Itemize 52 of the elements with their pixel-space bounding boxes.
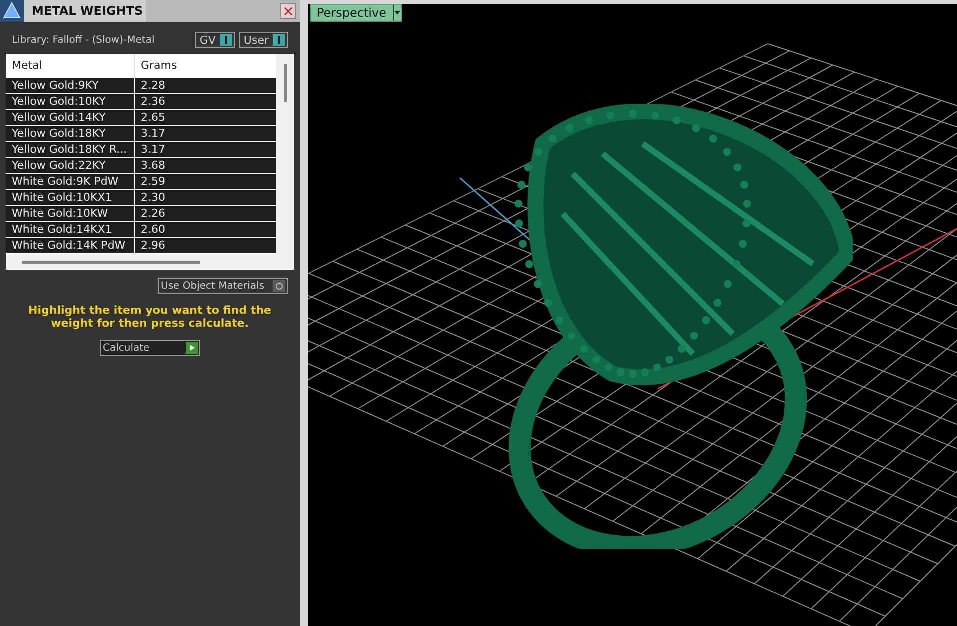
close-button[interactable] <box>280 3 296 19</box>
grams-cell-text: 3.17 <box>140 142 166 157</box>
play-icon <box>186 342 198 354</box>
metal-cell: Yellow Gold:18KY <box>6 126 135 141</box>
grams-cell-text: 3.17 <box>140 126 166 141</box>
grams-cell-text: 2.65 <box>140 110 166 125</box>
metal-cell: Yellow Gold:22KY <box>6 158 135 173</box>
table-row[interactable]: White Gold:9K PdW 2.59 <box>6 174 276 190</box>
toggle-indicator-icon <box>273 34 285 46</box>
metal-cell: White Gold:10KW <box>6 206 135 221</box>
table-row[interactable]: Yellow Gold:14KY 2.65 <box>6 110 276 126</box>
grams-cell-text: 2.36 <box>140 94 166 109</box>
table-row[interactable]: White Gold:10KX1 2.30 <box>6 190 276 206</box>
table-row[interactable]: Yellow Gold:10KY 2.36 <box>6 94 276 110</box>
pyramid-logo-icon <box>0 0 24 22</box>
metal-cell: Yellow Gold:14KY <box>6 110 135 125</box>
table-row[interactable]: Yellow Gold:9KY 2.28 <box>6 78 276 94</box>
grams-cell-text: 2.26 <box>140 206 166 221</box>
close-icon <box>284 6 292 16</box>
horizontal-scrollbar[interactable] <box>22 260 200 264</box>
view-dropdown[interactable]: Perspective <box>310 4 402 22</box>
library-label: Library: Falloff - (Slow)-Metal <box>12 34 155 48</box>
column-header[interactable]: Grams <box>135 54 276 78</box>
panel-title: METAL WEIGHTS <box>24 0 146 22</box>
toggle-switch[interactable]: GV <box>194 32 235 48</box>
calculate-button[interactable]: Calculate <box>100 340 200 356</box>
metal-cell: Yellow Gold:18KY R... <box>6 142 135 157</box>
metal-cell: White Gold:14K PdW <box>6 238 135 253</box>
metal-cell: White Gold:10KX1 <box>6 190 135 205</box>
metal-cell: Yellow Gold:9KY <box>6 78 135 93</box>
toggle-indicator-icon <box>220 34 232 46</box>
dropdown-caret-icon <box>392 5 400 21</box>
metal-cell: Yellow Gold:10KY <box>6 94 135 109</box>
grams-cell-text: 2.59 <box>140 174 166 189</box>
grams-cell-text: 3.68 <box>140 158 166 173</box>
use-object-materials-toggle[interactable]: Use Object Materials <box>158 278 288 294</box>
grams-cell-text: 2.60 <box>140 222 166 237</box>
grams-cell-text: 2.96 <box>140 238 166 253</box>
table-row[interactable]: Yellow Gold:18KY 3.17 <box>6 126 276 142</box>
grams-cell-text: 2.28 <box>140 78 166 93</box>
table-row[interactable]: Yellow Gold:22KY 3.68 <box>6 158 276 174</box>
vertical-scrollbar[interactable] <box>284 64 286 102</box>
table-row[interactable]: Yellow Gold:18KY R... 3.17 <box>6 142 276 158</box>
table-row[interactable]: White Gold:14K PdW 2.96 <box>6 238 276 254</box>
instruction-text: Highlight the item you want to find the weight for then press calculate. <box>28 303 272 330</box>
table-row[interactable]: White Gold:10KW 2.26 <box>6 206 276 222</box>
table-row[interactable]: White Gold:14KX1 2.60 <box>6 222 276 238</box>
toggle-switch[interactable]: User <box>238 32 288 48</box>
metal-cell: White Gold:14KX1 <box>6 222 135 237</box>
toggle-indicator-icon <box>273 280 285 292</box>
metal-cell: White Gold:9K PdW <box>6 174 135 189</box>
grams-cell-text: 2.30 <box>140 190 166 205</box>
